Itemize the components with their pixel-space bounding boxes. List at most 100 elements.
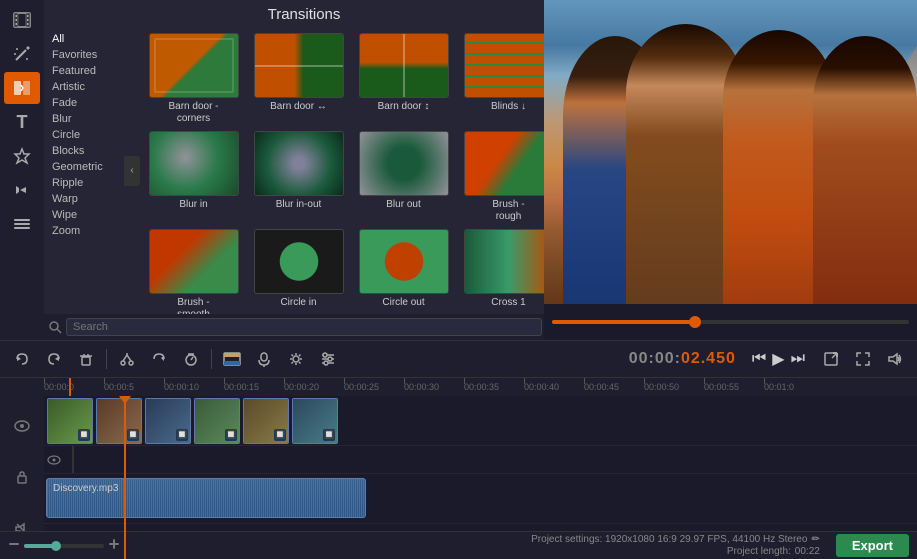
ruler-mark-9: 00:00:45 (584, 378, 619, 396)
preview-video (544, 0, 917, 304)
transition-barn-door-v[interactable]: Barn door ↕ (354, 33, 453, 125)
timeline-eye-icon[interactable] (8, 412, 36, 440)
scale-slider-thumb[interactable] (51, 541, 61, 551)
category-ripple[interactable]: Ripple (44, 175, 124, 191)
project-length-value: 00:22 (795, 546, 820, 557)
tool-transitions[interactable] (4, 72, 40, 104)
transition-label: Circle in (280, 297, 316, 309)
audio-eye-icon[interactable] (44, 450, 64, 470)
right-toolbar-buttons (817, 345, 909, 373)
category-circle[interactable]: Circle (44, 127, 124, 143)
rotate-button[interactable] (145, 345, 173, 373)
mic-button[interactable] (250, 345, 278, 373)
video-clip-4[interactable]: 🔲 (194, 398, 240, 444)
tool-menu[interactable] (4, 208, 40, 240)
progress-bar[interactable] (552, 320, 909, 324)
project-settings-text: Project settings: 1920x1080 16:9 29.97 F… (531, 534, 807, 545)
edit-icon[interactable]: ✏ (811, 534, 819, 545)
ruler-mark-5: 00:00:25 (344, 378, 379, 396)
timeline-ruler: 00:00:0 00:00:5 00:00:10 00:00:15 00:00:… (0, 378, 917, 396)
tool-motion[interactable] (4, 174, 40, 206)
timeline-lock-icon[interactable] (8, 463, 36, 491)
category-favorites[interactable]: Favorites (44, 47, 124, 63)
scale-control (8, 538, 120, 553)
volume-button[interactable] (881, 345, 909, 373)
transition-label: Blur in (179, 199, 207, 211)
category-warp[interactable]: Warp (44, 191, 124, 207)
tool-favorites[interactable] (4, 140, 40, 172)
transition-label: Brush -smooth (177, 297, 210, 314)
transition-circle-in[interactable]: Circle in (249, 229, 348, 314)
next-frame-button[interactable]: ⏭ (791, 350, 805, 368)
tool-magic[interactable] (4, 38, 40, 70)
transition-barn-door-corners[interactable]: Barn door -corners (144, 33, 243, 125)
transition-grid: Barn door -corners Barn door ↔ (124, 27, 564, 314)
bottom-toolbar: 00:00:02.450 ⏮ ▶ ⏭ (0, 340, 917, 378)
tool-title[interactable]: T (4, 106, 40, 138)
undo-button[interactable] (8, 345, 36, 373)
delete-button[interactable] (72, 345, 100, 373)
transitions-title: Transitions (44, 0, 564, 27)
ruler-mark-4: 00:00:20 (284, 378, 319, 396)
search-input[interactable] (66, 318, 542, 336)
transition-label: Brush -rough (492, 199, 524, 223)
video-clip-3[interactable]: 🔲 (145, 398, 191, 444)
category-featured[interactable]: Featured (44, 63, 124, 79)
video-clip-5[interactable]: 🔲 (243, 398, 289, 444)
category-all[interactable]: All (44, 31, 124, 47)
collapse-panel-arrow[interactable]: ‹ (124, 156, 140, 186)
transition-blur-out[interactable]: Blur out (354, 131, 453, 223)
transition-label: Barn door ↕ (378, 101, 430, 113)
playhead-ruler (69, 378, 71, 396)
audio-divider (72, 446, 74, 473)
scale-zoom-out[interactable] (8, 538, 20, 553)
redo-button[interactable] (40, 345, 68, 373)
cut-button[interactable] (113, 345, 141, 373)
transitions-panel: Transitions All Favorites Featured Artis… (44, 0, 564, 340)
fullscreen-button[interactable] (849, 345, 877, 373)
progress-thumb[interactable] (689, 316, 701, 328)
transition-brush-smooth[interactable]: Brush -smooth (144, 229, 243, 314)
category-zoom[interactable]: Zoom (44, 223, 124, 239)
preview-area (544, 0, 917, 340)
audio-track: Discovery.mp3 (44, 474, 917, 524)
audio-clip[interactable]: Discovery.mp3 (46, 478, 366, 518)
ruler-mark-6: 00:00:30 (404, 378, 439, 396)
video-clip-1[interactable]: 🔲 (47, 398, 93, 444)
project-length-label: Project length: (727, 546, 791, 557)
export-button[interactable]: Export (836, 534, 909, 557)
ruler-mark-1: 00:00:5 (104, 378, 134, 396)
toolbar-sep-2 (211, 349, 212, 369)
transition-blur-in[interactable]: Blur in (144, 131, 243, 223)
video-track: 🔲 🔲 🔲 🔲 (44, 396, 917, 446)
settings-button[interactable] (282, 345, 310, 373)
search-icon (48, 320, 62, 334)
scale-slider[interactable] (24, 544, 104, 548)
category-artistic[interactable]: Artistic (44, 79, 124, 95)
transition-label: Barn door ↔ (270, 101, 327, 113)
audio-filename: Discovery.mp3 (53, 483, 118, 494)
category-blocks[interactable]: Blocks (44, 143, 124, 159)
export-small-button[interactable] (817, 345, 845, 373)
category-fade[interactable]: Fade (44, 95, 124, 111)
transition-barn-door-h[interactable]: Barn door ↔ (249, 33, 348, 125)
scale-zoom-in[interactable] (108, 538, 120, 553)
prev-frame-button[interactable]: ⏮ (752, 350, 766, 368)
playhead[interactable] (124, 396, 126, 559)
left-toolbar: T (0, 0, 44, 340)
category-geometric[interactable]: Geometric (44, 159, 124, 175)
category-wipe[interactable]: Wipe (44, 207, 124, 223)
video-clip-2[interactable]: 🔲 (96, 398, 142, 444)
transition-circle-out[interactable]: Circle out (354, 229, 453, 314)
color-button[interactable] (218, 345, 246, 373)
transition-blur-inout[interactable]: Blur in-out (249, 131, 348, 223)
progress-bar-fill (552, 320, 695, 324)
speed-button[interactable] (177, 345, 205, 373)
category-blur[interactable]: Blur (44, 111, 124, 127)
video-clip-6[interactable]: 🔲 (292, 398, 338, 444)
play-button[interactable]: ▶ (772, 349, 784, 369)
adjust-button[interactable] (314, 345, 342, 373)
ruler-mark-8: 00:00:40 (524, 378, 559, 396)
tool-film[interactable] (4, 4, 40, 36)
preview-controls (544, 304, 917, 340)
